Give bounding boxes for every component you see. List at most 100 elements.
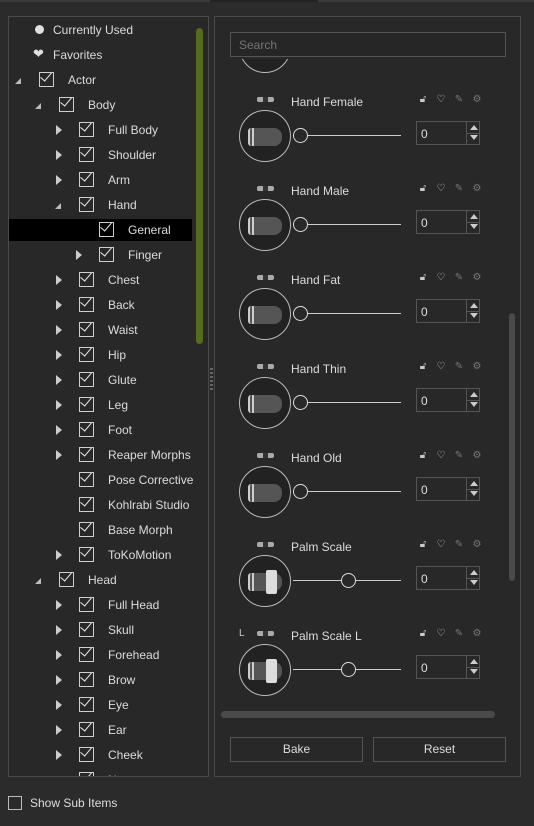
tree-item[interactable]: Glute <box>9 369 192 391</box>
tree-item[interactable]: Base Morph <box>9 519 192 541</box>
expand-arrow-icon[interactable] <box>56 725 62 735</box>
increment-icon[interactable] <box>470 125 478 130</box>
gear-icon[interactable]: ⚙ <box>472 361 482 372</box>
checkbox[interactable] <box>79 772 94 776</box>
tree-item[interactable]: Forehead <box>9 644 192 666</box>
toggle-icon[interactable] <box>257 275 274 280</box>
tree-item[interactable]: Currently Used <box>9 19 192 41</box>
checkbox[interactable] <box>79 397 94 412</box>
tree-item[interactable]: Full Body <box>9 119 192 141</box>
value-spinbox[interactable]: 0 <box>416 121 480 145</box>
tree-item[interactable]: Finger <box>9 244 192 266</box>
lock-icon[interactable]: 🔓︎ <box>418 272 428 283</box>
checkbox[interactable] <box>79 122 94 137</box>
pencil-icon[interactable]: ✎ <box>454 361 464 372</box>
checkbox[interactable] <box>99 222 114 237</box>
category-tree[interactable]: Currently Used ❤ Favorites Actor Body Full Bo… <box>8 16 209 777</box>
show-sub-items-checkbox[interactable] <box>8 796 22 810</box>
gear-icon[interactable]: ⚙ <box>472 450 482 461</box>
tree-item[interactable]: Body <box>9 94 192 116</box>
expand-arrow-icon[interactable] <box>56 325 62 335</box>
value-field[interactable]: 0 <box>421 127 428 141</box>
checkbox[interactable] <box>79 272 94 287</box>
pencil-icon[interactable]: ✎ <box>454 539 464 550</box>
value-spinbox[interactable]: 0 <box>416 299 480 323</box>
toggle-icon[interactable] <box>257 364 274 369</box>
checkbox[interactable] <box>79 347 94 362</box>
expand-arrow-icon[interactable] <box>56 275 62 285</box>
expand-arrow-icon[interactable] <box>56 700 62 710</box>
gear-icon[interactable]: ⚙ <box>472 183 482 194</box>
tree-item[interactable]: General <box>9 219 192 241</box>
expand-arrow-icon[interactable] <box>56 175 62 185</box>
pencil-icon[interactable]: ✎ <box>454 450 464 461</box>
tree-item[interactable]: Eye <box>9 694 192 716</box>
value-field[interactable]: 0 <box>421 394 428 408</box>
bake-button[interactable]: Bake <box>230 737 363 762</box>
expand-arrow-icon[interactable] <box>56 425 62 435</box>
value-spinbox[interactable]: 0 <box>416 655 480 679</box>
checkbox[interactable] <box>79 447 94 462</box>
decrement-icon[interactable] <box>470 669 478 674</box>
decrement-icon[interactable] <box>470 580 478 585</box>
checkbox[interactable] <box>79 597 94 612</box>
expand-arrow-icon[interactable] <box>56 550 62 560</box>
value-field[interactable]: 0 <box>421 483 428 497</box>
slider-thumb[interactable] <box>293 484 308 499</box>
reset-button[interactable]: Reset <box>373 737 506 762</box>
increment-icon[interactable] <box>470 392 478 397</box>
slider-track[interactable] <box>293 491 401 492</box>
decrement-icon[interactable] <box>470 313 478 318</box>
lock-icon[interactable]: 🔓︎ <box>418 539 428 550</box>
checkbox[interactable] <box>79 372 94 387</box>
value-spinbox[interactable]: 0 <box>416 566 480 590</box>
checkbox[interactable] <box>79 172 94 187</box>
decrement-icon[interactable] <box>470 135 478 140</box>
collapse-arrow-icon[interactable] <box>15 78 21 84</box>
value-field[interactable]: 0 <box>421 572 428 586</box>
lock-icon[interactable]: 🔓︎ <box>418 450 428 461</box>
heart-icon[interactable]: ♡ <box>436 628 446 639</box>
gear-icon[interactable]: ⚙ <box>472 539 482 550</box>
value-field[interactable]: 0 <box>421 216 428 230</box>
gear-icon[interactable]: ⚙ <box>472 94 482 105</box>
slider-thumb[interactable] <box>293 306 308 321</box>
slider-track[interactable] <box>293 313 401 314</box>
collapse-arrow-icon[interactable] <box>35 103 41 109</box>
tree-item[interactable]: Full Head <box>9 594 192 616</box>
lock-icon[interactable]: 🔓︎ <box>418 361 428 372</box>
pencil-icon[interactable]: ✎ <box>454 628 464 639</box>
tree-item[interactable]: Ear <box>9 719 192 741</box>
slider-track[interactable] <box>293 402 401 403</box>
checkbox[interactable] <box>79 322 94 337</box>
checkbox[interactable] <box>39 72 54 87</box>
expand-arrow-icon[interactable] <box>56 150 62 160</box>
checkbox[interactable] <box>79 297 94 312</box>
heart-icon[interactable]: ♡ <box>436 539 446 550</box>
vertical-scrollbar[interactable] <box>509 313 515 581</box>
checkbox[interactable] <box>99 247 114 262</box>
increment-icon[interactable] <box>470 303 478 308</box>
toggle-icon[interactable] <box>257 186 274 191</box>
tree-item[interactable]: Nose <box>9 769 192 776</box>
expand-arrow-icon[interactable] <box>56 400 62 410</box>
toggle-icon[interactable] <box>257 631 274 636</box>
slider-thumb[interactable] <box>293 128 308 143</box>
increment-icon[interactable] <box>470 214 478 219</box>
slider-track[interactable] <box>293 224 401 225</box>
expand-arrow-icon[interactable] <box>56 125 62 135</box>
lock-icon[interactable]: 🔓︎ <box>418 94 428 105</box>
checkbox[interactable] <box>79 147 94 162</box>
tree-item[interactable]: ToKoMotion <box>9 544 192 566</box>
decrement-icon[interactable] <box>470 402 478 407</box>
expand-arrow-icon[interactable] <box>56 675 62 685</box>
tree-item[interactable]: Head <box>9 569 192 591</box>
splitter-handle[interactable] <box>210 368 213 390</box>
expand-arrow-icon[interactable] <box>56 300 62 310</box>
expand-arrow-icon[interactable] <box>56 625 62 635</box>
checkbox[interactable] <box>79 722 94 737</box>
tree-item[interactable]: Kohlrabi Studio <box>9 494 192 516</box>
expand-arrow-icon[interactable] <box>76 250 82 260</box>
tree-item[interactable]: Hip <box>9 344 192 366</box>
checkbox[interactable] <box>79 472 94 487</box>
